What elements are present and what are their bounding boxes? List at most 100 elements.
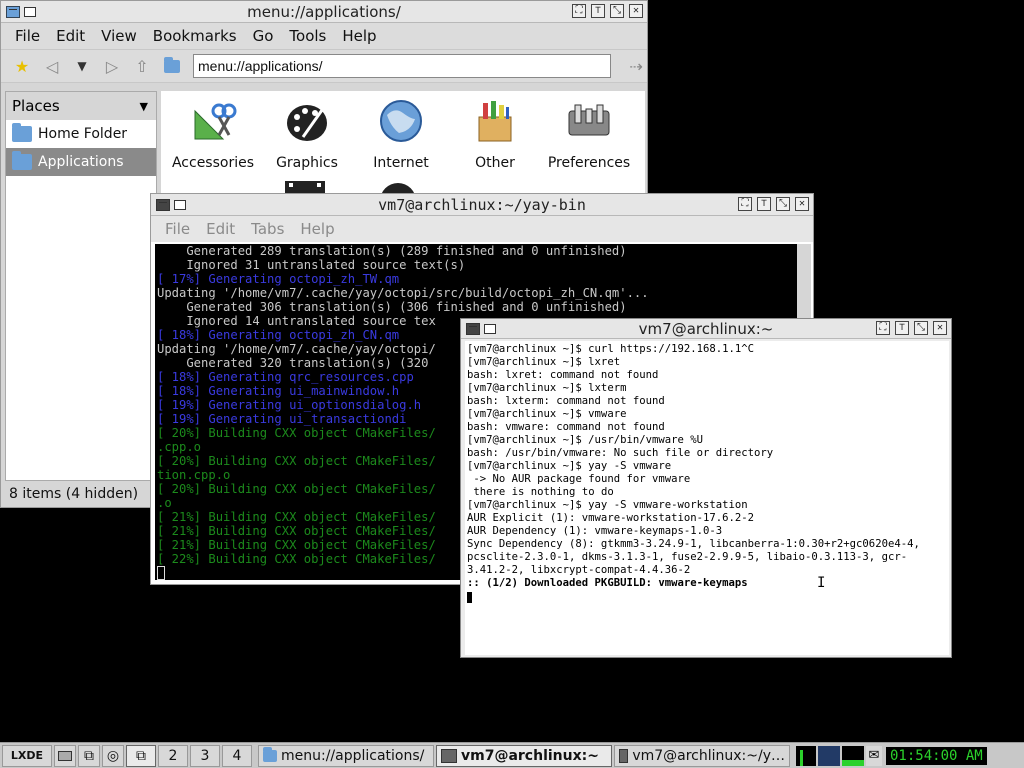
fm-titlebar[interactable]: menu://applications/ ⛶ ⊤ ⤡ ✕ [1, 1, 647, 23]
lx-titlebar[interactable]: vm7@archlinux:~/yay-bin ⛶ ⊤ ⤡ ✕ [151, 194, 813, 216]
shade-icon[interactable]: ⛶ [738, 197, 752, 211]
location-folder-icon [161, 55, 183, 77]
window-restore-icon[interactable] [174, 199, 186, 210]
new-tab-icon[interactable]: ★ [11, 55, 33, 77]
menu-tools[interactable]: Tools [281, 27, 334, 45]
start-menu-button[interactable]: LXDE [2, 744, 52, 767]
browser-launcher[interactable]: ◎ [102, 744, 124, 767]
menu-tabs[interactable]: Tabs [243, 220, 292, 238]
task-file-manager[interactable]: menu://applications/ [258, 744, 434, 767]
other-icon [478, 101, 512, 142]
clock[interactable]: 01:54:00 AM [886, 746, 987, 765]
close-icon[interactable]: ✕ [933, 321, 947, 335]
volume-icon[interactable]: ✉ [866, 745, 882, 766]
cpu-monitor [796, 745, 816, 766]
sidebar-item-home[interactable]: Home Folder [6, 120, 156, 148]
menu-go[interactable]: Go [245, 27, 282, 45]
xterm-output[interactable]: [vm7@archlinux ~]$ curl https://192.168.… [465, 341, 949, 655]
workspace-3[interactable]: 3 [190, 744, 220, 767]
forward-icon[interactable]: ▷ [101, 55, 123, 77]
lx-title: vm7@archlinux:~/yay-bin [378, 195, 586, 214]
desktop-icon [58, 750, 72, 761]
preferences-icon [568, 104, 610, 136]
app-accessories[interactable]: Accessories [165, 97, 261, 171]
show-desktop-button[interactable] [54, 744, 76, 767]
always-on-top-icon[interactable]: ⊤ [757, 197, 771, 211]
terminal-icon[interactable] [156, 198, 170, 211]
status-bar: 8 items (4 hidden) [5, 483, 157, 505]
address-bar[interactable] [193, 54, 611, 78]
xt-titlebar[interactable]: vm7@archlinux:~ ⛶ ⊤ ⤡ ✕ [461, 319, 951, 339]
app-label: Graphics [276, 155, 338, 171]
menu-view[interactable]: View [93, 27, 145, 45]
close-icon[interactable]: ✕ [629, 4, 643, 18]
app-preferences[interactable]: Preferences [541, 97, 637, 171]
go-icon[interactable]: ⇢ [625, 55, 647, 77]
places-label: Places [12, 97, 60, 115]
app-internet[interactable]: Internet [353, 97, 449, 171]
app-label: Internet [373, 155, 429, 171]
minimize-icon[interactable]: ⤡ [914, 321, 928, 335]
file-manager-launcher[interactable]: ⧉ [78, 744, 100, 767]
home-folder-icon [12, 123, 32, 142]
lx-menubar: File Edit Tabs Help [151, 216, 813, 242]
graphics-icon [287, 102, 329, 141]
app-label: Accessories [171, 155, 255, 171]
sidebar-item-label: Home Folder [38, 126, 128, 142]
folder-icon [263, 746, 277, 762]
terminal-line: [vm7@archlinux ~]$ lxret [467, 356, 621, 368]
network-monitor [818, 745, 840, 766]
window-menu-icon[interactable] [6, 5, 20, 18]
chevron-down-icon[interactable]: ▼ [140, 100, 148, 113]
workspace-2[interactable]: 2 [158, 744, 188, 767]
menu-edit[interactable]: Edit [48, 27, 93, 45]
menu-bookmarks[interactable]: Bookmarks [145, 27, 245, 45]
minimize-icon[interactable]: ⤡ [610, 4, 624, 18]
terminal-line: :: (1/2) Downloaded PKGBUILD: vmware-key… [467, 577, 748, 589]
back-icon[interactable]: ◁ [41, 55, 63, 77]
menu-edit[interactable]: Edit [198, 220, 243, 238]
terminal-line: bash: vmware: command not found [467, 421, 665, 433]
terminal-line: [vm7@archlinux ~]$ curl https://192.168.… [467, 343, 755, 355]
terminal-cursor [157, 566, 165, 580]
window-restore-icon[interactable] [484, 323, 496, 334]
menu-file[interactable]: File [157, 220, 198, 238]
sidebar-item-label: Applications [38, 154, 124, 170]
task-xterm[interactable]: vm7@archlinux:~ [436, 744, 612, 767]
terminal-icon [619, 748, 629, 763]
task-lxterminal[interactable]: vm7@archlinux:~/y… [614, 744, 790, 767]
terminal-line: [vm7@archlinux ~]$ yay -S vmware [467, 460, 672, 472]
taskbar: LXDE ⧉ ◎ ⧉ 2 3 4 menu://applications/ vm… [0, 742, 1024, 768]
up-icon[interactable]: ⇧ [131, 55, 153, 77]
menu-help[interactable]: Help [292, 220, 342, 238]
workspace-4[interactable]: 4 [222, 744, 252, 767]
terminal-icon[interactable] [466, 322, 480, 335]
always-on-top-icon[interactable]: ⊤ [895, 321, 909, 335]
always-on-top-icon[interactable]: ⊤ [591, 4, 605, 18]
menu-help[interactable]: Help [334, 27, 384, 45]
app-label: Preferences [547, 155, 631, 171]
shade-icon[interactable]: ⛶ [572, 4, 586, 18]
fm-title: menu://applications/ [247, 2, 401, 21]
minimize-icon[interactable]: ⤡ [776, 197, 790, 211]
workspace-1[interactable]: ⧉ [126, 744, 156, 767]
app-other[interactable]: Other [447, 97, 543, 171]
close-icon[interactable]: ✕ [795, 197, 809, 211]
terminal-line: [vm7@archlinux ~]$ yay -S vmware-worksta… [467, 499, 748, 511]
app-graphics[interactable]: Graphics [259, 97, 355, 171]
terminal-line: -> No AUR package found for vmware [467, 473, 691, 485]
accessories-icon [194, 103, 237, 140]
sidebar-item-applications[interactable]: Applications [6, 148, 156, 176]
shade-icon[interactable]: ⛶ [876, 321, 890, 335]
globe-icon: ◎ [106, 747, 120, 764]
terminal-line: Generated 306 translation(s) (306 finish… [157, 300, 627, 314]
history-dropdown-icon[interactable]: ▼ [71, 55, 93, 77]
terminal-line: Updating '/home/vm7/.cache/yay/octopi/sr… [157, 286, 649, 300]
places-header[interactable]: Places ▼ [6, 92, 156, 120]
menu-file[interactable]: File [7, 27, 48, 45]
fm-menubar: File Edit View Bookmarks Go Tools Help [1, 23, 647, 49]
window-restore-icon[interactable] [24, 6, 36, 17]
terminal-line: Generated 289 translation(s) (289 finish… [157, 244, 627, 258]
task-label: vm7@archlinux:~/y… [632, 747, 785, 764]
terminal-line: AUR Dependency (1): vmware-keymaps-1.0-3 [467, 525, 723, 537]
